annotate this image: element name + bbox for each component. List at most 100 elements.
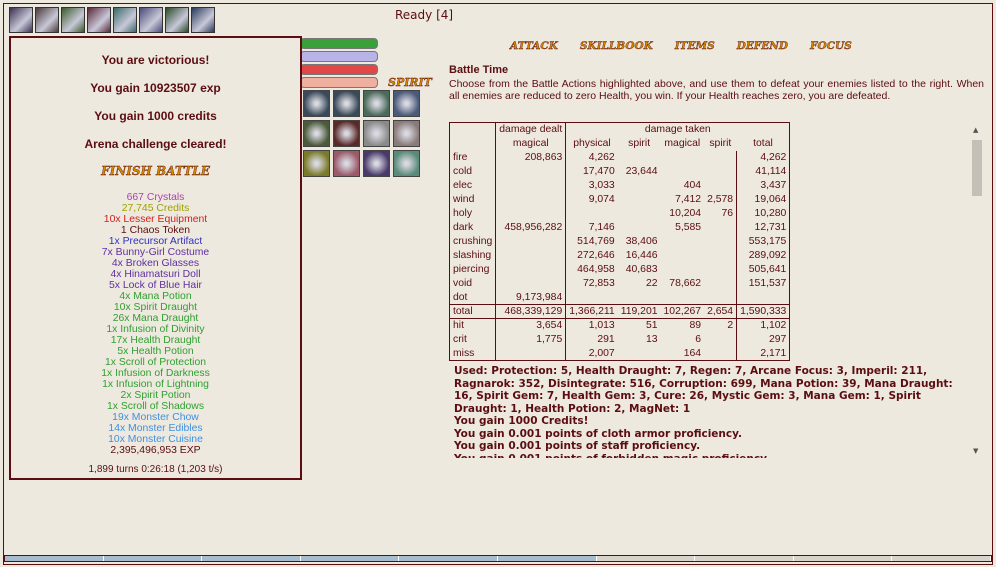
subheader-cell: magical	[664, 138, 701, 149]
heartseeker-buff-icon	[191, 7, 215, 33]
strip-segment	[497, 556, 597, 561]
skill-icon-1[interactable]	[303, 90, 330, 117]
drop-item: 10x Spirit Draught	[113, 302, 198, 313]
stat-label: total	[449, 304, 496, 319]
log-line: Used: Protection: 5, Health Draught: 7, …	[454, 365, 953, 415]
stat-value	[704, 291, 737, 305]
stat-value: 505,641	[736, 262, 790, 277]
stat-value	[704, 165, 737, 179]
stats-row: void 72,853 22 78,662 151,537	[450, 276, 790, 291]
battle-log[interactable]: damage dealt damage taken magical physical s…	[449, 122, 984, 458]
stat-label: elec	[453, 180, 473, 191]
stat-value	[704, 277, 737, 291]
stat-label: cold	[453, 166, 473, 177]
stat-value	[618, 151, 661, 165]
skill-icon-3[interactable]	[363, 90, 390, 117]
protection-buff-icon	[61, 7, 85, 33]
finish-battle-button[interactable]: FINISH BATTLE	[101, 164, 210, 178]
stat-value	[495, 248, 566, 263]
skill-icon-11[interactable]	[363, 150, 390, 177]
stat-value	[704, 333, 737, 347]
arena-cleared: Arena challenge cleared!	[84, 137, 227, 151]
stat-value: 289,092	[736, 248, 790, 263]
stat-value: 2,007	[565, 346, 618, 361]
stats-row: wind 9,074 7,412 2,578 19,064	[450, 192, 790, 207]
stat-label: fire	[453, 152, 468, 163]
stats-row: total 468,339,129 1,366,211 119,201 102,267 2…	[449, 304, 790, 319]
stats-row: dark 458,956,282 7,146 5,585 12,731	[450, 220, 790, 235]
damage-stats-table: damage dealt damage taken magical physical s…	[449, 122, 791, 361]
strip-segment	[596, 556, 696, 561]
skill-icon-8[interactable]	[393, 120, 420, 147]
health-bar	[300, 38, 378, 49]
stat-value: 102,267	[660, 304, 705, 319]
stat-value: 89	[660, 318, 705, 333]
stat-value	[704, 347, 737, 361]
stat-value	[618, 179, 661, 193]
drop-item: 4x Hinamatsuri Doll	[110, 269, 201, 280]
stat-value: 119,201	[617, 304, 661, 319]
log-text: Used: Protection: 5, Health Draught: 7, …	[449, 365, 954, 458]
drop-item: 2,395,496,953 EXP	[110, 445, 201, 456]
stat-value: 22	[645, 278, 658, 289]
skill-icon-12[interactable]	[393, 150, 420, 177]
skill-icon-6[interactable]	[333, 120, 360, 147]
stat-value	[618, 221, 661, 235]
drop-item: 4x Mana Potion	[119, 291, 192, 302]
stat-value: 17,470	[565, 164, 618, 179]
stat-value: 12,731	[736, 220, 790, 235]
info-text: Choose from the Battle Actions highlight…	[449, 78, 984, 102]
stats-row: piercing 464,958 40,683 505,641	[450, 262, 790, 277]
stat-value: 297	[736, 332, 790, 347]
menu-items[interactable]: ITEMS	[675, 40, 715, 52]
stat-value	[661, 151, 705, 165]
skill-icon-9[interactable]	[303, 150, 330, 177]
stat-value: 23,644	[625, 166, 658, 177]
buff-bar	[9, 7, 215, 33]
stats-row: crit 1,775 291 13 6 297	[450, 332, 790, 347]
stat-value: 164	[683, 347, 702, 359]
menu-defend[interactable]: DEFEND	[737, 40, 789, 52]
menu-attack[interactable]: ATTACK	[510, 40, 558, 52]
drop-item: 1x Infusion of Divinity	[106, 324, 205, 335]
stat-value: 208,863	[495, 150, 566, 165]
menu-focus[interactable]: FOCUS	[810, 40, 852, 52]
stat-value	[565, 206, 618, 221]
stats-row: hit 3,654 1,013 51 89 2 1,102	[449, 318, 790, 333]
stat-value: 5,585	[675, 222, 702, 233]
skill-icon-10[interactable]	[333, 150, 360, 177]
stat-value: 1,775	[495, 332, 566, 347]
stats-row: holy 10,204 76 10,280	[450, 206, 790, 221]
stat-value	[618, 193, 661, 207]
stat-label: crit	[453, 334, 467, 345]
subheader-cell: total	[753, 138, 773, 149]
drops-list: 667 Crystals 27,745 Credits 10x Lesser Equ…	[11, 192, 300, 456]
drop-item: 1 Chaos Token	[120, 225, 191, 236]
skill-icon-7[interactable]	[363, 120, 390, 147]
drop-item: 1x Precursor Artifact	[108, 236, 203, 247]
victory-panel: You are victorious! You gain 10923507 ex…	[9, 36, 302, 480]
shadow-veil-buff-icon	[87, 7, 111, 33]
drop-item: 2x Spirit Potion	[120, 390, 191, 401]
stat-value: 1,013	[565, 318, 618, 333]
scroll-up-icon[interactable]: ▲	[973, 126, 978, 134]
scroll-thumb[interactable]	[972, 140, 982, 196]
stats-row: miss 2,007 164 2,171	[450, 346, 790, 361]
spirit-toggle[interactable]: SPIRIT	[388, 76, 432, 89]
drop-item: 26x Mana Draught	[112, 313, 199, 324]
drop-item: 1x Infusion of Darkness	[101, 368, 210, 379]
scroll-down-icon[interactable]: ▼	[973, 447, 978, 455]
stat-value: 1,590,333	[736, 304, 790, 319]
stat-value	[661, 235, 705, 249]
subheader-cell: spirit	[628, 138, 651, 149]
menu-skillbook[interactable]: SKILLBOOK	[580, 40, 653, 52]
skill-icon-4[interactable]	[393, 90, 420, 117]
stat-value: 16,446	[625, 250, 658, 261]
stat-value	[661, 291, 705, 305]
skill-icon-2[interactable]	[333, 90, 360, 117]
drop-item: 7x Bunny-Girl Costume	[101, 247, 210, 258]
log-scrollbar[interactable]: ▲ ▼	[970, 122, 984, 458]
skill-icon-5[interactable]	[303, 120, 330, 147]
subheader-cell: magical	[495, 136, 566, 151]
progress-strip	[4, 555, 992, 562]
